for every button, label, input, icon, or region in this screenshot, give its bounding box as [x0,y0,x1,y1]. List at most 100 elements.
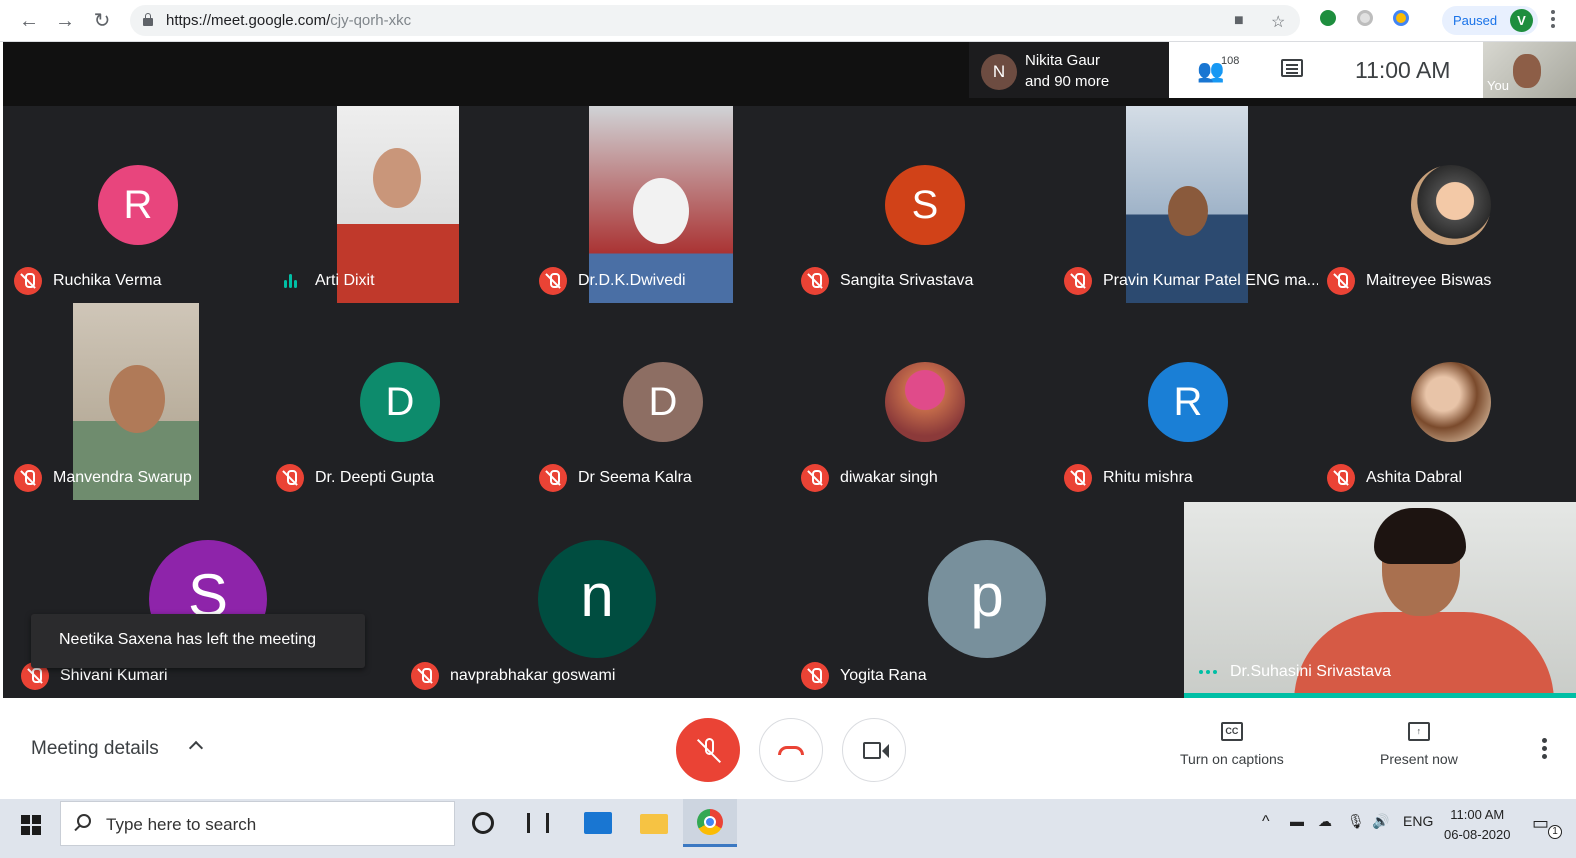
camera-icon [863,742,881,759]
cortana-icon[interactable] [472,812,494,834]
call-controls-bar: Meeting details CC Turn on captions ↑ Pr… [0,698,1576,799]
back-icon[interactable]: ← [16,8,42,34]
url-text: https://meet.google.com/cjy-qorh-xkc [166,12,412,29]
mic-off-icon [1064,464,1092,492]
participant-tile[interactable]: S Sangita Srivastava [793,106,1055,303]
camera-toggle-button[interactable] [842,718,906,782]
participant-name: Dr.D.K.Dwivedi [578,272,686,289]
participant-tile[interactable]: D Dr Seema Kalra [531,303,793,500]
avatar: N [981,54,1017,90]
participant-name: Dr. Deepti Gupta [315,469,435,486]
file-explorer-icon[interactable] [640,814,668,834]
reload-icon[interactable]: ↻ [89,8,115,34]
address-bar[interactable]: https://meet.google.com/cjy-qorh-xkc ■ ☆ [130,5,1300,36]
participant-tile[interactable]: n navprabhakar goswami [395,502,787,698]
more-options-icon[interactable] [1542,738,1547,762]
avatar: V [1510,9,1533,32]
participant-name: Ashita Dabral [1366,469,1463,486]
participant-tile[interactable]: D Dr. Deepti Gupta [268,303,530,500]
presenter-line2: and 90 more [1025,73,1110,90]
chevron-up-icon[interactable] [188,740,204,756]
avatar [1411,362,1491,442]
participant-face [1168,186,1208,236]
active-speaker-tile[interactable]: Dr.Suhasini Srivastava [1184,502,1576,698]
participant-tile[interactable]: Pravin Kumar Patel ENG ma... [1056,106,1318,303]
forward-icon[interactable]: → [52,8,78,34]
notification-count: 1 [1548,825,1562,839]
volume-icon[interactable]: 🔊 [1372,813,1389,830]
participant-label: Manvendra Swarup [14,464,192,492]
extension-icon[interactable] [1320,10,1336,26]
battery-icon[interactable]: ▬ [1290,813,1304,829]
hangup-icon [778,746,804,755]
mail-icon[interactable] [584,812,612,834]
task-view-icon[interactable] [527,813,549,833]
notification-icon[interactable]: ▭ [1532,813,1549,834]
participant-tile[interactable]: Manvendra Swarup [6,303,268,500]
participant-tile[interactable]: p Yogita Rana [787,502,1179,698]
participant-face [373,148,421,208]
search-placeholder: Type here to search [106,815,257,834]
speaking-icon [1194,670,1222,674]
lock-icon[interactable] [143,13,153,26]
participant-name: Dr Seema Kalra [578,469,692,486]
participant-tile[interactable]: diwakar singh [793,303,1055,500]
presenter-chip[interactable]: N Nikita Gaur and 90 more [969,42,1169,98]
mic-off-icon [801,662,829,690]
participant-name: Ruchika Verma [53,272,162,289]
meeting-clock: 11:00 AM [1355,57,1451,83]
mic-toggle-button[interactable] [676,718,740,782]
participant-tile[interactable]: R Ruchika Verma [6,106,268,303]
language-indicator[interactable]: ENG [1403,813,1433,829]
participant-tile[interactable]: Arti Dixit [268,106,530,303]
captions-button[interactable]: CC Turn on captions [1180,722,1284,767]
taskbar-search-input[interactable]: Type here to search [60,801,455,846]
meeting-details-button[interactable]: Meeting details [31,738,159,760]
participant-tile[interactable]: R Rhitu mishra [1056,303,1318,500]
mic-off-icon [539,267,567,295]
extension-icon[interactable] [1393,10,1409,26]
leave-call-button[interactable] [759,718,823,782]
mic-off-icon [801,464,829,492]
participant-name: Rhitu mishra [1103,469,1193,486]
presenter-name: Nikita Gaur and 90 more [1025,50,1109,92]
participant-label: Sangita Srivastava [801,267,973,295]
avatar: R [98,165,178,245]
participant-label: Ashita Dabral [1327,464,1462,492]
participant-label: Maitreyee Biswas [1327,267,1491,295]
participant-label: Ruchika Verma [14,267,162,295]
participant-name: diwakar singh [840,469,938,486]
participant-tile[interactable]: Dr.D.K.Dwivedi [531,106,793,303]
participant-label: Rhitu mishra [1064,464,1193,492]
present-now-button[interactable]: ↑ Present now [1380,722,1458,767]
chevron-up-icon[interactable]: ^ [1262,813,1270,831]
participant-name: Arti Dixit [315,272,375,289]
microphone-icon[interactable]: 🎙 [1347,813,1365,830]
chrome-taskbar-button[interactable] [683,799,737,847]
profile-status: Paused [1453,13,1498,28]
participant-tile[interactable]: S Shivani Kumari [3,502,395,698]
people-count: 108 [1221,55,1240,67]
profile-button[interactable]: Paused V [1442,6,1538,35]
network-icon[interactable]: ☁ [1318,813,1332,830]
participant-label: diwakar singh [801,464,938,492]
participant-face [633,178,689,244]
participant-label: Dr.Suhasini Srivastava [1194,658,1391,686]
participant-tile[interactable]: Maitreyee Biswas [1319,106,1576,303]
self-view[interactable]: You [1483,42,1576,98]
speaker-video-hair [1374,508,1466,564]
participant-tile[interactable]: Ashita Dabral [1319,303,1576,500]
windows-start-icon[interactable] [21,815,41,835]
star-icon[interactable]: ☆ [1271,12,1285,32]
chat-icon[interactable] [1281,59,1303,77]
search-icon [77,814,91,828]
kebab-icon[interactable] [1551,10,1555,31]
extension-icon[interactable] [1357,10,1373,26]
browser-toolbar: ← → ↻ https://meet.google.com/cjy-qorh-x… [0,0,1576,42]
camera-icon[interactable]: ■ [1234,12,1244,30]
system-clock[interactable]: 11:00 AM 06-08-2020 [1444,805,1511,845]
mic-off-icon [276,464,304,492]
mic-off-icon [1327,267,1355,295]
camera-lens-icon [882,744,889,758]
present-icon: ↑ [1407,722,1430,741]
